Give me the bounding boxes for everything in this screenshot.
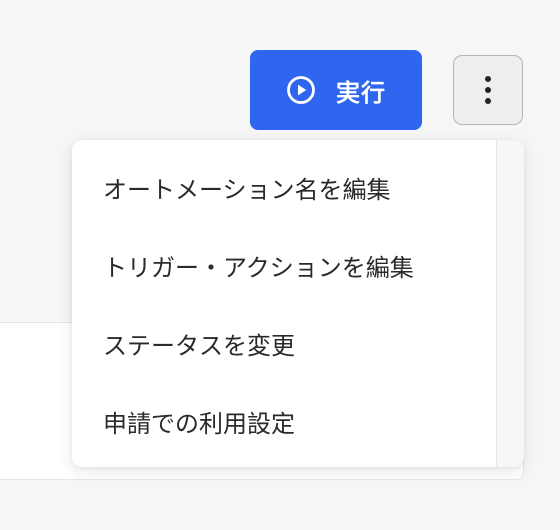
menu-item-label: トリガー・アクションを編集 (103, 253, 414, 282)
more-options-button[interactable] (453, 55, 523, 125)
page: 実行 オートメーション名を編集 トリガー・アクションを編集 ステータスを変更 申… (0, 0, 560, 530)
menu-item-request-usage-settings[interactable]: 申請での利用設定 (72, 382, 524, 460)
menu-item-label: ステータスを変更 (103, 331, 295, 360)
menu-item-label: 申請での利用設定 (103, 409, 295, 438)
run-button-label: 実行 (336, 78, 386, 107)
run-button[interactable]: 実行 (250, 50, 422, 130)
menu-scrollbar[interactable] (496, 140, 524, 467)
more-vertical-icon (485, 76, 491, 104)
menu-item-edit-automation-name[interactable]: オートメーション名を編集 (72, 148, 524, 226)
menu-item-label: オートメーション名を編集 (103, 175, 391, 204)
menu-item-change-status[interactable]: ステータスを変更 (72, 304, 524, 382)
menu-item-edit-trigger-action[interactable]: トリガー・アクションを編集 (72, 226, 524, 304)
menu-list: オートメーション名を編集 トリガー・アクションを編集 ステータスを変更 申請での… (72, 140, 524, 460)
play-circle-icon (287, 76, 315, 104)
dropdown-menu: オートメーション名を編集 トリガー・アクションを編集 ステータスを変更 申請での… (72, 140, 524, 467)
